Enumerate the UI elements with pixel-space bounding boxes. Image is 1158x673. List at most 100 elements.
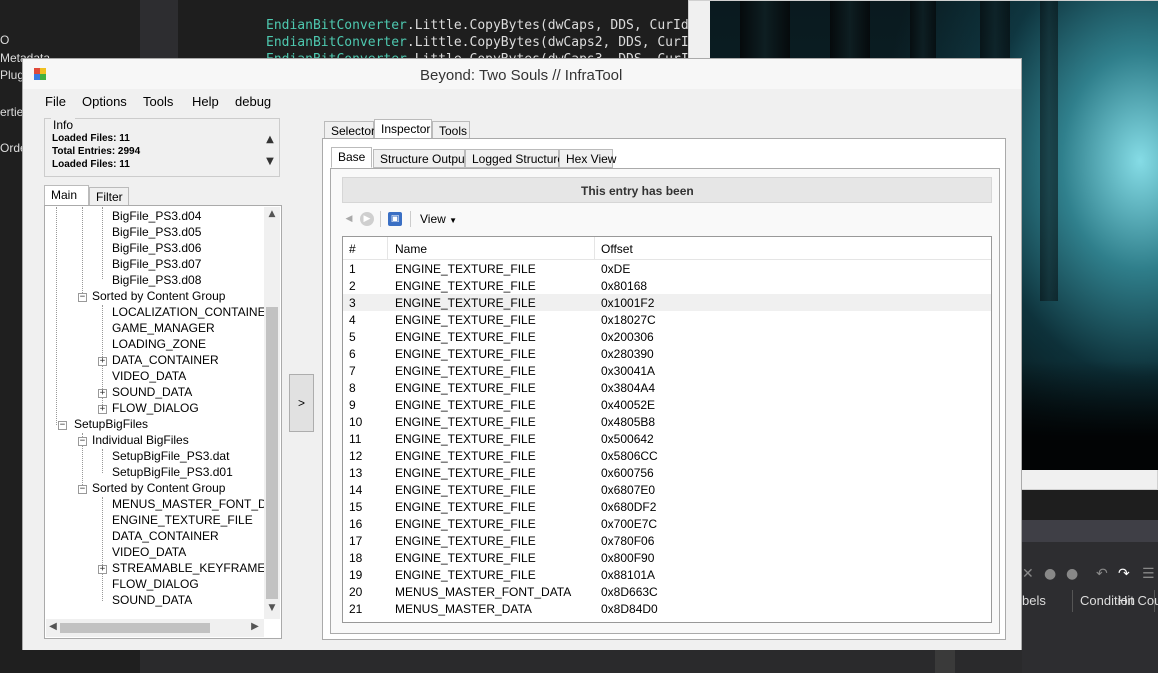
tree-node[interactable]: BigFile_PS3.d08 [112, 273, 201, 287]
table-row[interactable]: 3 ENGINE_TEXTURE_FILE 0x1001F2 [343, 294, 991, 311]
toolbar-icon[interactable]: ● [1044, 566, 1060, 582]
tab-main[interactable]: Main [44, 185, 89, 207]
image-icon[interactable]: ▣ [388, 212, 402, 226]
tree-node[interactable]: FLOW_DIALOG [112, 577, 199, 591]
cell-index: 9 [349, 398, 356, 412]
title-bar[interactable]: Beyond: Two Souls // InfraTool [23, 59, 1021, 89]
tree-node[interactable]: LOCALIZATION_CONTAINER [112, 305, 264, 319]
tree-node[interactable]: Sorted by Content Group [92, 289, 225, 303]
tree-node[interactable]: SetupBigFile_PS3.dat [112, 449, 229, 463]
table-row[interactable]: 7 ENGINE_TEXTURE_FILE 0x30041A [343, 362, 991, 379]
table-row[interactable]: 21 MENUS_MASTER_DATA 0x8D84D0 [343, 600, 991, 617]
tree-node[interactable]: FLOW_DIALOG [112, 401, 199, 415]
tree-node[interactable]: SOUND_DATA [112, 385, 192, 399]
tree-node[interactable]: DATA_CONTAINER [112, 529, 219, 543]
column-header-name[interactable]: Name [395, 242, 427, 256]
tree-node[interactable]: BigFile_PS3.d07 [112, 257, 201, 271]
toolbar-icon[interactable]: ● [1066, 566, 1082, 582]
table-row[interactable]: 2 ENGINE_TEXTURE_FILE 0x80168 [343, 277, 991, 294]
ide-left-item[interactable]: O [0, 33, 9, 47]
tree-node[interactable]: ENGINE_TEXTURE_FILE [112, 513, 253, 527]
table-row[interactable]: 17 ENGINE_TEXTURE_FILE 0x780F06 [343, 532, 991, 549]
menu-tools[interactable]: Tools [143, 94, 173, 109]
tree-node[interactable]: SetupBigFiles [74, 417, 148, 431]
table-row[interactable]: 11 ENGINE_TEXTURE_FILE 0x500642 [343, 430, 991, 447]
tree-node[interactable]: BigFile_PS3.d05 [112, 225, 201, 239]
tree-node[interactable]: GAME_MANAGER [112, 321, 215, 335]
scrollbar-thumb[interactable] [266, 307, 278, 599]
cell-offset: 0x4805B8 [601, 415, 656, 429]
undo-icon[interactable]: ↶ [1096, 566, 1112, 582]
tree-node[interactable]: SOUND_DATA [112, 593, 192, 607]
table-row[interactable]: 16 ENGINE_TEXTURE_FILE 0x700E7C [343, 515, 991, 532]
column-hitcount[interactable]: Hit Cou [1118, 593, 1158, 608]
table-row[interactable]: 15 ENGINE_TEXTURE_FILE 0x680DF2 [343, 498, 991, 515]
tree-node[interactable]: MENUS_MASTER_FONT_DAT [112, 497, 264, 511]
redo-icon[interactable]: ↷ [1118, 566, 1134, 582]
expand-icon[interactable]: + [98, 389, 107, 398]
menu-options[interactable]: Options [82, 94, 127, 109]
table-row[interactable]: 8 ENGINE_TEXTURE_FILE 0x3804A4 [343, 379, 991, 396]
menu-file[interactable]: File [45, 94, 66, 109]
column-header-offset[interactable]: Offset [601, 242, 633, 256]
transfer-button[interactable]: > [289, 374, 314, 432]
tab-hex-view[interactable]: Hex View [559, 149, 616, 168]
view-dropdown[interactable]: View ▼ [420, 212, 457, 226]
list-icon[interactable]: ☰ [1142, 566, 1158, 582]
scroll-right-icon[interactable]: ▶ [248, 621, 262, 632]
table-row[interactable]: 20 MENUS_MASTER_FONT_DATA 0x8D663C [343, 583, 991, 600]
scroll-down-icon[interactable]: ▼ [264, 603, 280, 617]
collapse-icon[interactable]: − [78, 293, 87, 302]
table-row[interactable]: 10 ENGINE_TEXTURE_FILE 0x4805B8 [343, 413, 991, 430]
scrollbar-thumb[interactable] [60, 623, 210, 633]
table-row[interactable]: 18 ENGINE_TEXTURE_FILE 0x800F90 [343, 549, 991, 566]
collapse-icon[interactable]: − [78, 437, 87, 446]
table-row[interactable]: 1 ENGINE_TEXTURE_FILE 0xDE [343, 260, 991, 277]
tree-horizontal-scrollbar[interactable]: ◀ ▶ [46, 619, 264, 637]
expand-icon[interactable]: + [98, 565, 107, 574]
scroll-up-icon[interactable]: ▲ [264, 134, 276, 146]
cell-index: 18 [349, 551, 363, 565]
sound-icon[interactable]: ◀ [342, 212, 356, 226]
toolbar-icon[interactable]: ✕ [1022, 566, 1038, 582]
column-header-index[interactable]: # [349, 242, 356, 256]
tree-node[interactable]: STREAMABLE_KEYFRAME_A [112, 561, 264, 575]
tree-node[interactable]: SetupBigFile_PS3.d01 [112, 465, 233, 479]
table-row[interactable]: 5 ENGINE_TEXTURE_FILE 0x200306 [343, 328, 991, 345]
menu-help[interactable]: Help [192, 94, 219, 109]
table-row[interactable]: 13 ENGINE_TEXTURE_FILE 0x600756 [343, 464, 991, 481]
expand-icon[interactable]: + [98, 405, 107, 414]
collapse-icon[interactable]: − [78, 485, 87, 494]
table-row[interactable]: 4 ENGINE_TEXTURE_FILE 0x18027C [343, 311, 991, 328]
tree-node[interactable]: VIDEO_DATA [112, 545, 186, 559]
tab-base[interactable]: Base [331, 147, 372, 168]
tree-node[interactable]: BigFile_PS3.d04 [112, 209, 201, 223]
menu-debug[interactable]: debug [235, 94, 271, 109]
scroll-down-icon[interactable]: ▼ [264, 156, 276, 168]
table-row[interactable]: 9 ENGINE_TEXTURE_FILE 0x40052E [343, 396, 991, 413]
table-row[interactable]: 19 ENGINE_TEXTURE_FILE 0x88101A [343, 566, 991, 583]
tree-node[interactable]: LOADING_ZONE [112, 337, 206, 351]
cell-name: ENGINE_TEXTURE_FILE [395, 517, 536, 531]
table-row[interactable]: 14 ENGINE_TEXTURE_FILE 0x6807E0 [343, 481, 991, 498]
expand-icon[interactable]: + [98, 357, 107, 366]
cell-index: 8 [349, 381, 356, 395]
ide-left-item[interactable]: Plug [0, 68, 24, 82]
scroll-left-icon[interactable]: ◀ [46, 621, 60, 632]
collapse-icon[interactable]: − [58, 421, 67, 430]
tree-node[interactable]: Individual BigFiles [92, 433, 189, 447]
tab-structure-output[interactable]: Structure Output [373, 149, 468, 168]
breakpoints-toolbar: ✕ ● ● ↶ ↷ ☰ [1022, 564, 1158, 586]
scroll-up-icon[interactable]: ▲ [264, 209, 280, 223]
tree-node[interactable]: BigFile_PS3.d06 [112, 241, 201, 255]
play-icon[interactable]: ▶ [360, 212, 374, 226]
table-row[interactable]: 6 ENGINE_TEXTURE_FILE 0x280390 [343, 345, 991, 362]
tree-vertical-scrollbar[interactable]: ▲ ▼ [264, 207, 280, 619]
table-row[interactable]: 12 ENGINE_TEXTURE_FILE 0x5806CC [343, 447, 991, 464]
tab-logged-structure[interactable]: Logged Structure [465, 149, 564, 168]
tree-node[interactable]: DATA_CONTAINER [112, 353, 219, 367]
tree-node[interactable]: VIDEO_DATA [112, 369, 186, 383]
tree-node[interactable]: Sorted by Content Group [92, 481, 225, 495]
column-labels[interactable]: bels [1022, 593, 1046, 608]
tab-filter[interactable]: Filter [89, 187, 129, 207]
